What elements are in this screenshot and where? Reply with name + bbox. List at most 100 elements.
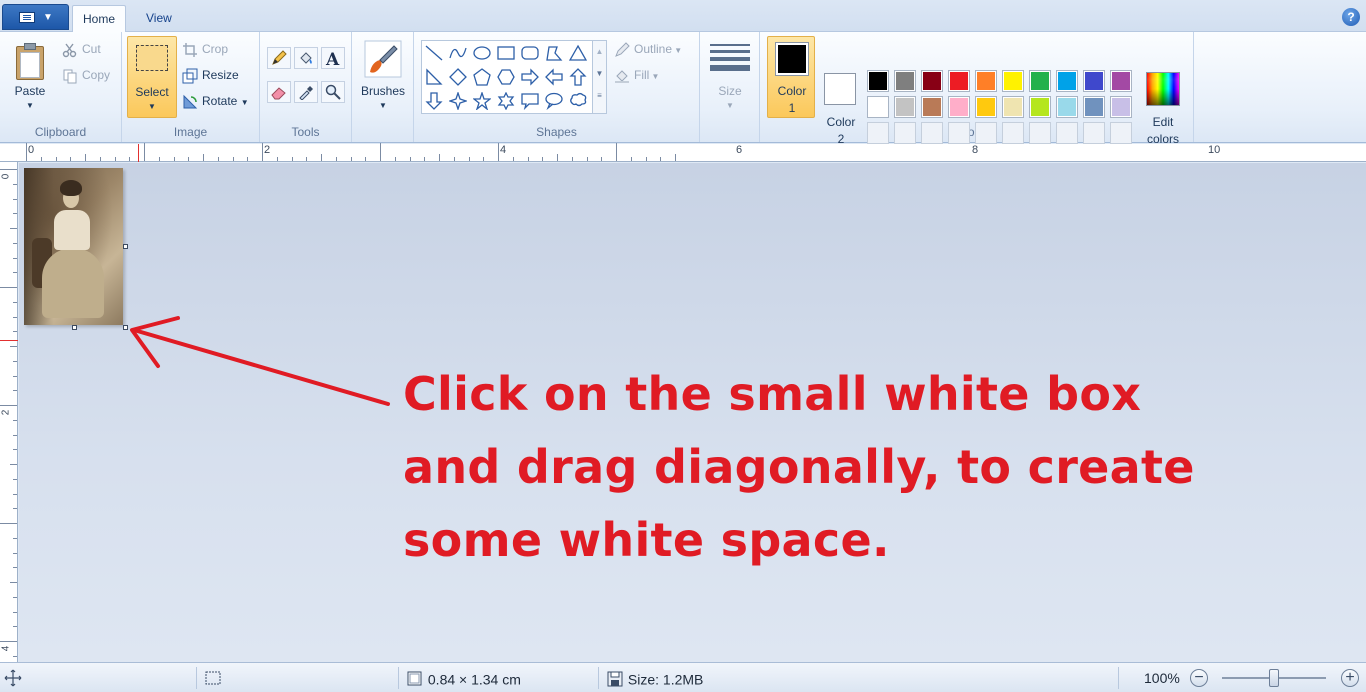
palette-swatch[interactable] xyxy=(1110,70,1132,92)
edit-colors-button[interactable]: Edit colors xyxy=(1140,68,1186,150)
palette-swatch[interactable] xyxy=(1002,70,1024,92)
four-point-star-shape-icon[interactable] xyxy=(446,89,470,113)
ruler-tick xyxy=(13,213,17,215)
chevron-down-icon: ▼ xyxy=(379,101,387,110)
paste-button[interactable]: Paste ▼ xyxy=(6,36,54,118)
fill-tool[interactable] xyxy=(294,47,318,69)
image-group: Select ▼ Crop Resize Rotate ▼ Image xyxy=(122,32,260,142)
scroll-up-icon[interactable]: ▲ xyxy=(593,41,606,63)
five-point-star-shape-icon[interactable] xyxy=(470,89,494,113)
brushes-button[interactable]: Brushes ▼ xyxy=(358,36,408,118)
cloud-callout-shape-icon[interactable] xyxy=(566,89,590,113)
palette-empty-slot[interactable] xyxy=(1056,122,1078,144)
cut-button[interactable]: Cut xyxy=(62,39,101,59)
text-tool[interactable]: A xyxy=(321,47,345,69)
palette-empty-slot[interactable] xyxy=(1002,122,1024,144)
palette-swatch[interactable] xyxy=(1029,96,1051,118)
palette-empty-slot[interactable] xyxy=(948,122,970,144)
palette-swatch[interactable] xyxy=(867,70,889,92)
rectangle-shape-icon[interactable] xyxy=(494,41,518,65)
ruler-tick xyxy=(350,157,352,161)
left-arrow-shape-icon[interactable] xyxy=(542,65,566,89)
rectangle-callout-shape-icon[interactable] xyxy=(518,89,542,113)
copy-button[interactable]: Copy xyxy=(62,65,110,85)
zoom-in-button[interactable]: + xyxy=(1341,669,1359,687)
palette-swatch[interactable] xyxy=(921,96,943,118)
palette-swatch[interactable] xyxy=(894,96,916,118)
palette-swatch[interactable] xyxy=(948,96,970,118)
resize-handle-bottom[interactable] xyxy=(72,325,77,330)
rounded-rectangle-shape-icon[interactable] xyxy=(518,41,542,65)
shapes-gallery-scroll[interactable]: ▲ ▼ ≡ xyxy=(593,40,607,114)
palette-swatch[interactable] xyxy=(975,96,997,118)
hexagon-shape-icon[interactable] xyxy=(494,65,518,89)
palette-swatch[interactable] xyxy=(921,70,943,92)
chevron-down-icon: ▼ xyxy=(726,101,734,110)
scroll-down-icon[interactable]: ▼ xyxy=(593,63,606,85)
right-arrow-shape-icon[interactable] xyxy=(518,65,542,89)
palette-swatch[interactable] xyxy=(1110,96,1132,118)
ruler-tick xyxy=(616,143,617,161)
six-point-star-shape-icon[interactable] xyxy=(494,89,518,113)
zoom-out-button[interactable]: − xyxy=(1190,669,1208,687)
eraser-tool[interactable] xyxy=(267,81,291,103)
curve-shape-icon[interactable] xyxy=(446,41,470,65)
zoom-slider-thumb[interactable] xyxy=(1269,669,1279,687)
palette-empty-slot[interactable] xyxy=(894,122,916,144)
palette-swatch[interactable] xyxy=(1056,70,1078,92)
pentagon-shape-icon[interactable] xyxy=(470,65,494,89)
palette-swatch[interactable] xyxy=(894,70,916,92)
color-2-button[interactable]: Color 2 xyxy=(817,68,865,150)
ruler-tick xyxy=(232,157,234,161)
select-button[interactable]: Select ▼ xyxy=(127,36,177,118)
palette-empty-slot[interactable] xyxy=(1029,122,1051,144)
ruler-tick xyxy=(380,143,381,161)
palette-swatch[interactable] xyxy=(867,96,889,118)
scissors-icon xyxy=(62,42,78,58)
palette-swatch[interactable] xyxy=(1029,70,1051,92)
up-arrow-shape-icon[interactable] xyxy=(566,65,590,89)
right-triangle-shape-icon[interactable] xyxy=(422,65,446,89)
polygon-shape-icon[interactable] xyxy=(542,41,566,65)
palette-swatch[interactable] xyxy=(1002,96,1024,118)
line-shape-icon[interactable] xyxy=(422,41,446,65)
palette-empty-slot[interactable] xyxy=(1083,122,1105,144)
triangle-shape-icon[interactable] xyxy=(566,41,590,65)
palette-swatch[interactable] xyxy=(948,70,970,92)
outline-button[interactable]: Outline ▼ xyxy=(614,39,682,59)
tab-view[interactable]: View xyxy=(136,5,182,32)
instruction-line-3: some white space. xyxy=(403,513,890,567)
pencil-tool[interactable] xyxy=(267,47,291,69)
palette-empty-slot[interactable] xyxy=(867,122,889,144)
palette-empty-slot[interactable] xyxy=(921,122,943,144)
resize-handle-right[interactable] xyxy=(123,244,128,249)
magnifier-tool[interactable] xyxy=(321,81,345,103)
palette-empty-slot[interactable] xyxy=(975,122,997,144)
tab-home[interactable]: Home xyxy=(72,5,127,33)
palette-swatch[interactable] xyxy=(1056,96,1078,118)
canvas-image[interactable] xyxy=(24,168,123,325)
ruler-tick xyxy=(0,287,17,288)
paint-menu-button[interactable]: ▼ xyxy=(2,4,69,30)
gallery-expand-icon[interactable]: ≡ xyxy=(593,85,606,107)
chevron-down-icon: ▼ xyxy=(148,102,156,111)
oval-callout-shape-icon[interactable] xyxy=(542,89,566,113)
palette-empty-slot[interactable] xyxy=(1110,122,1132,144)
crop-button[interactable]: Crop xyxy=(182,39,228,59)
oval-shape-icon[interactable] xyxy=(470,41,494,65)
rotate-button[interactable]: Rotate ▼ xyxy=(182,91,249,111)
color-1-button[interactable]: Color 1 xyxy=(767,36,815,118)
color-picker-tool[interactable] xyxy=(294,81,318,103)
palette-swatch[interactable] xyxy=(975,70,997,92)
down-arrow-shape-icon[interactable] xyxy=(422,89,446,113)
help-icon[interactable]: ? xyxy=(1342,8,1360,26)
color-1-swatch xyxy=(775,42,809,76)
palette-swatch[interactable] xyxy=(1083,70,1105,92)
fill-button[interactable]: Fill ▼ xyxy=(614,65,659,85)
diamond-shape-icon[interactable] xyxy=(446,65,470,89)
size-button[interactable]: Size ▼ xyxy=(706,36,754,118)
resize-button[interactable]: Resize xyxy=(182,65,239,85)
fill-label: Fill xyxy=(634,68,650,82)
shapes-gallery[interactable] xyxy=(421,40,593,114)
palette-swatch[interactable] xyxy=(1083,96,1105,118)
